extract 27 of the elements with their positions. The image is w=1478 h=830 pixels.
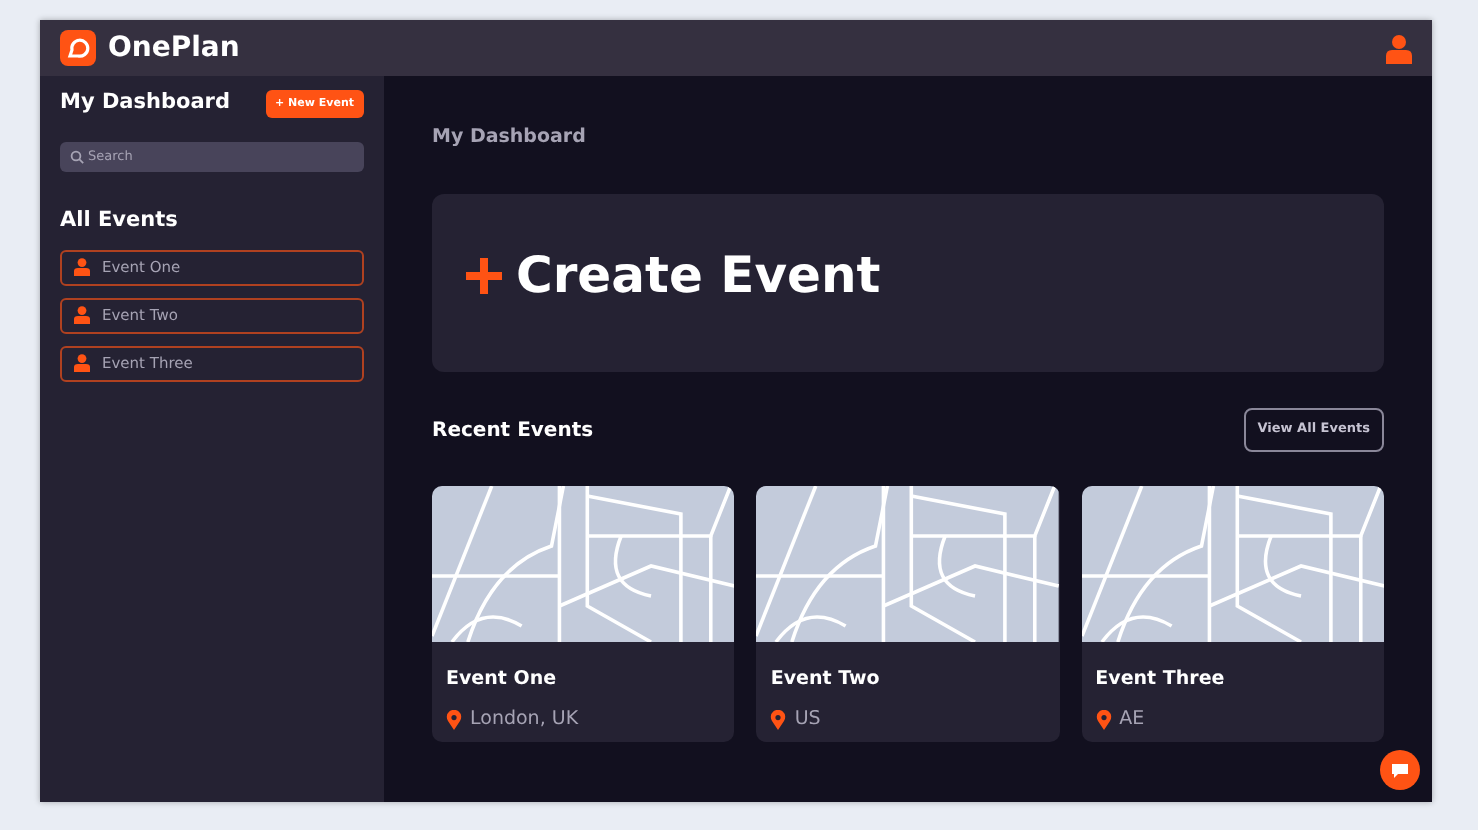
event-card[interactable]: Event Two US bbox=[756, 486, 1060, 742]
location-pin-icon bbox=[770, 710, 787, 731]
sidebar-title: My Dashboard bbox=[60, 88, 230, 118]
person-icon bbox=[74, 354, 90, 372]
event-title: Event Three bbox=[1095, 666, 1227, 694]
person-icon bbox=[74, 258, 90, 276]
page-heading: My Dashboard bbox=[432, 124, 588, 152]
event-location: London, UK bbox=[470, 706, 579, 735]
event-card[interactable]: Event Three AE bbox=[1081, 486, 1384, 742]
location-pin-icon bbox=[446, 710, 462, 731]
create-event-label: Create Event bbox=[516, 244, 881, 308]
plus-icon bbox=[464, 255, 504, 296]
section-title: Recent Events bbox=[432, 417, 594, 446]
location-pin-icon bbox=[1095, 710, 1112, 731]
app-logo-icon bbox=[60, 30, 96, 66]
person-icon bbox=[74, 306, 90, 324]
event-location: AE bbox=[1119, 706, 1145, 735]
chat-button[interactable] bbox=[1380, 750, 1420, 790]
section-title: All Events bbox=[60, 205, 180, 236]
event-title: Event Two bbox=[770, 666, 882, 694]
event-title: Event One bbox=[446, 666, 559, 694]
chat-icon bbox=[1390, 761, 1410, 779]
app-title: OnePlan bbox=[108, 29, 240, 67]
event-location: US bbox=[794, 706, 821, 735]
user-icon[interactable] bbox=[1386, 33, 1412, 63]
event-card[interactable]: Event One London, UK bbox=[432, 486, 735, 742]
create-event-card[interactable]: Create Event bbox=[432, 194, 1384, 373]
